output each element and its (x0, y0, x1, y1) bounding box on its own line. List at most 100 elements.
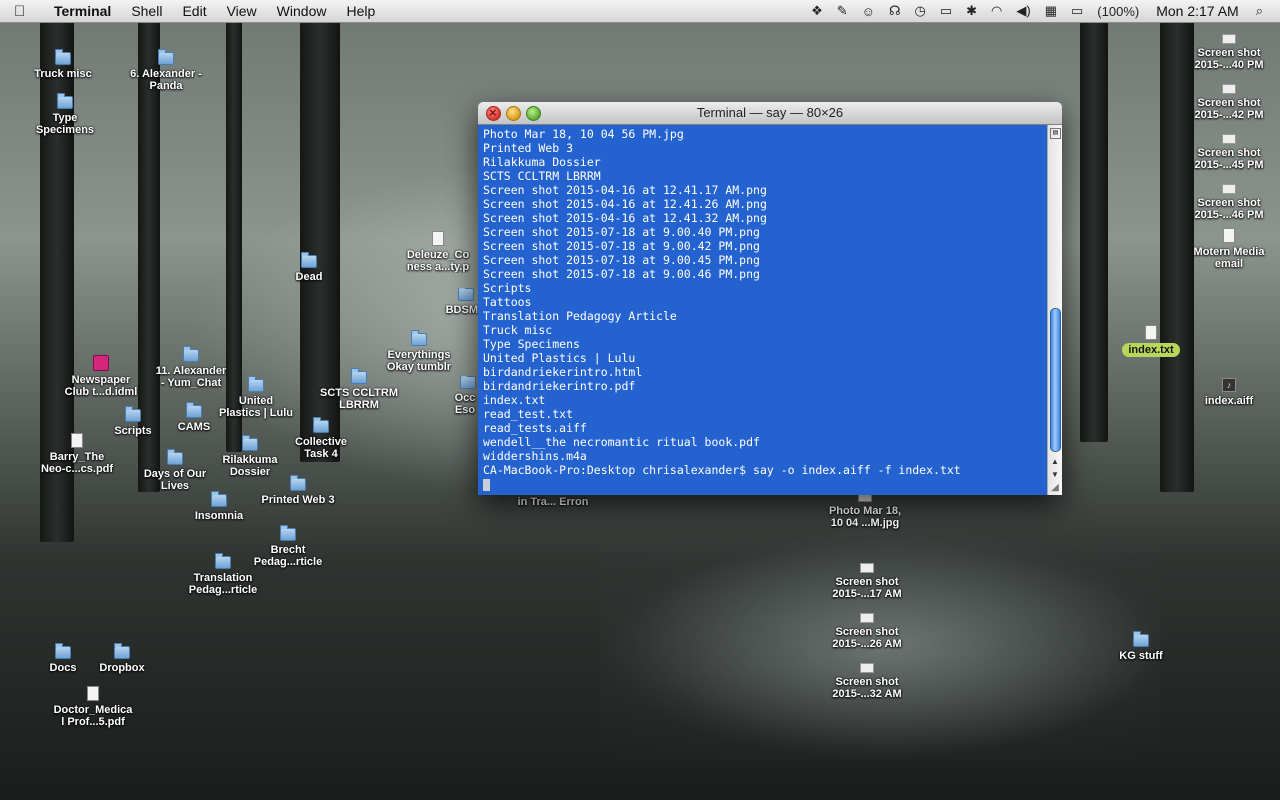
folder-icon (158, 49, 174, 65)
menu-shell[interactable]: Shell (121, 3, 172, 19)
folder-icon (242, 435, 258, 451)
desktop-file-icon[interactable]: Deleuze_Co ness a...ty.p (398, 231, 478, 273)
volume-icon[interactable]: ◀) (1009, 3, 1037, 19)
desktop-folder-icon[interactable]: in Tra... Erron (498, 496, 608, 508)
close-button[interactable] (486, 102, 501, 124)
terminal-window: Terminal — say — 80×26 Photo Mar 18, 10 … (478, 102, 1062, 495)
time-machine-icon[interactable]: ◷ (907, 3, 932, 19)
menu-app-terminal[interactable]: Terminal (40, 3, 121, 19)
terminal-line: Truck misc (483, 323, 553, 337)
window-titlebar[interactable]: Terminal — say — 80×26 (478, 102, 1062, 125)
battery-icon[interactable]: ▭ (1064, 3, 1090, 19)
desktop-folder-icon[interactable]: BDSM (440, 288, 478, 316)
desktop-folder-icon[interactable]: Dropbox (67, 643, 177, 674)
desktop-file-icon[interactable]: ♪ index.aiff (1174, 378, 1280, 407)
terminal-line: Type Specimens (483, 337, 580, 351)
terminal-line: Screen shot 2015-07-18 at 9.00.45 PM.png (483, 253, 760, 267)
apple-menu-icon[interactable]:  (14, 3, 40, 20)
text-file-icon (1145, 325, 1157, 340)
terminal-line: Tattoos (483, 295, 532, 309)
menu-window[interactable]: Window (267, 3, 337, 19)
desktop-folder-icon[interactable]: Printed Web 3 (243, 475, 353, 506)
document-file-icon (1223, 228, 1235, 243)
folder-icon (211, 491, 227, 507)
desktop-folder-icon[interactable]: Translation Pedag...rticle (168, 553, 278, 596)
scroll-split-icon[interactable]: ▤ (1050, 128, 1061, 139)
folder-icon (248, 376, 264, 392)
desktop-folder-icon[interactable]: Everythings Okay tumblr (364, 330, 474, 373)
indesign-file-icon (93, 355, 109, 371)
desktop-folder-icon[interactable]: United Plastics | Lulu (201, 376, 311, 419)
zoom-button[interactable] (526, 106, 541, 121)
terminal-line: widdershins.m4a (483, 449, 587, 463)
folder-icon (1133, 631, 1149, 647)
terminal-line: Screen shot 2015-04-16 at 12.41.32 AM.pn… (483, 211, 767, 225)
desktop-file-icon[interactable]: Screen shot 2015-...42 PM (1174, 84, 1280, 121)
desktop-file-icon[interactable]: Screen shot 2015-...45 PM (1174, 134, 1280, 171)
text-cursor (483, 478, 490, 491)
scroll-up-arrow-icon[interactable]: ▲ (1048, 455, 1062, 468)
screenshot-file-icon (1222, 84, 1236, 94)
desktop-file-icon[interactable]: index.txt (1096, 325, 1206, 357)
desktop-folder-icon[interactable]: Dead (254, 252, 364, 283)
terminal-line: United Plastics | Lulu (483, 351, 636, 365)
pdf-file-icon (87, 686, 99, 701)
terminal-line: Printed Web 3 (483, 141, 574, 155)
menu-view[interactable]: View (217, 3, 267, 19)
folder-icon (280, 525, 296, 541)
calendar-icon[interactable]: ▦ (1038, 3, 1064, 19)
desktop-folder-icon[interactable]: Truck misc (8, 49, 118, 80)
bluetooth-icon[interactable]: ✱ (959, 3, 984, 19)
desktop-file-icon[interactable]: Screen shot 2015-...26 AM (812, 613, 922, 650)
desktop-file-icon[interactable]: Screen shot 2015-...46 PM (1174, 184, 1280, 221)
terminal-output[interactable]: Photo Mar 18, 10 04 56 PM.jpg Printed We… (478, 125, 1048, 495)
folder-icon (458, 288, 474, 301)
resize-grip-icon[interactable]: ◢ (1049, 482, 1061, 494)
pdf-file-icon (71, 433, 83, 448)
desktop-file-icon[interactable]: Screen shot 2015-...17 AM (812, 563, 922, 600)
dropbox-icon[interactable]: ❖ (804, 3, 830, 19)
display-icon[interactable]: ▭ (933, 3, 959, 19)
folder-icon (55, 49, 71, 65)
spotlight-search-icon[interactable]: ⌕ (1249, 3, 1270, 19)
selected-label: index.txt (1122, 343, 1180, 357)
pdf-file-icon (432, 231, 444, 246)
desktop-file-icon[interactable]: Photo Mar 18, 10 04 ...M.jpg (810, 492, 920, 529)
desktop-folder-icon[interactable]: Type Specimens (10, 93, 120, 136)
folder-icon (460, 376, 476, 389)
desktop-file-icon[interactable]: Screen shot 2015-...40 PM (1174, 34, 1280, 71)
growl-icon[interactable]: ☺ (855, 4, 882, 19)
screenshot-file-icon (1222, 34, 1236, 44)
menu-edit[interactable]: Edit (172, 3, 216, 19)
desktop-folder-icon[interactable]: SCTS CCLTRM LBRRM (304, 368, 414, 411)
scroll-down-arrow-icon[interactable]: ▼ (1048, 468, 1062, 481)
folder-icon (411, 330, 427, 346)
vertical-scrollbar[interactable]: ▤ ▲ ▼ ◢ (1047, 125, 1062, 495)
terminal-line: Photo Mar 18, 10 04 56 PM.jpg (483, 127, 684, 141)
scrollbar-thumb[interactable] (1050, 308, 1061, 452)
desktop-folder-icon[interactable]: Days of Our Lives (120, 449, 230, 492)
wifi-icon[interactable]: ◠ (984, 3, 1009, 19)
desktop-folder-icon[interactable]: 6. Alexander - Panda (111, 49, 221, 92)
menubar-clock[interactable]: Mon 2:17 AM (1146, 3, 1249, 19)
folder-icon (186, 402, 202, 418)
battery-percent[interactable]: (100%) (1090, 4, 1146, 19)
desktop-file-icon[interactable]: Motern Media email (1174, 228, 1280, 270)
menu-help[interactable]: Help (336, 3, 385, 19)
desktop-folder-icon[interactable]: Collective Task 4 (266, 417, 376, 460)
terminal-cursor-line (483, 477, 1048, 491)
desktop-folder-icon[interactable]: Occ Eso (452, 376, 478, 416)
menu-bar:  Terminal Shell Edit View Window Help ❖… (0, 0, 1280, 23)
terminal-line: index.txt (483, 393, 546, 407)
minimize-button[interactable] (506, 106, 521, 121)
terminal-line: birdandriekerintro.pdf (483, 379, 636, 393)
status-area: ❖ ✎ ☺ ☊ ◷ ▭ ✱ ◠ ◀) ▦ ▭ (100%) Mon 2:17 A… (804, 3, 1280, 19)
audio-file-icon: ♪ (1222, 378, 1236, 392)
desktop-file-icon[interactable]: Barry_The Neo-c...cs.pdf (22, 433, 132, 475)
desktop-folder-icon[interactable]: KG stuff (1086, 631, 1196, 662)
desktop-file-icon[interactable]: Screen shot 2015-...32 AM (812, 663, 922, 700)
folder-icon (215, 553, 231, 569)
evernote-icon[interactable]: ✎ (830, 3, 855, 19)
desktop-file-icon[interactable]: Doctor_Medica l Prof...5.pdf (38, 686, 148, 728)
headphones-icon[interactable]: ☊ (882, 3, 908, 19)
